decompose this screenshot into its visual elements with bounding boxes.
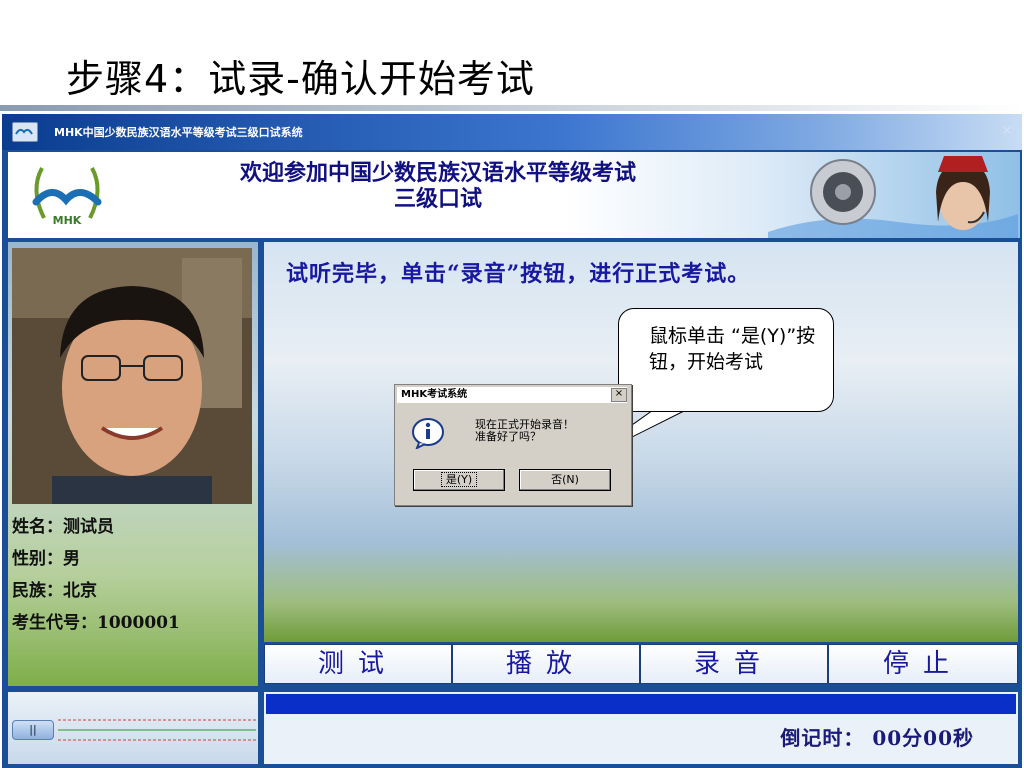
play-button[interactable]: 播放 — [452, 644, 640, 684]
window-title: MHK中国少数民族汉语水平等级考试三级口试系统 — [54, 126, 303, 139]
examinee-ethnicity: 民族：北京 — [12, 581, 97, 601]
status-panel: 倒记时： 00分00秒 — [264, 692, 1018, 764]
examinee-name: 姓名：测试员 — [12, 517, 114, 537]
examinee-panel: 姓名：测试员 性别：男 民族：北京 考生代号：1000001 — [8, 242, 258, 686]
info-icon — [411, 415, 445, 453]
test-button[interactable]: 测试 — [264, 644, 452, 684]
slide-title: 步骤4：试录-确认开始考试 — [66, 57, 535, 101]
pause-button[interactable]: || — [12, 720, 54, 740]
dialog-message: 现在正式开始录音！ 准备好了吗？ — [475, 419, 574, 443]
welcome-banner: MHK 欢迎参加中国少数民族汉语水平等级考试 三级口试 — [8, 152, 1020, 238]
callout-text: 鼠标单击 “是(Y)”按钮，开始考试 — [649, 325, 816, 373]
banner-illustration — [768, 152, 1018, 238]
countdown-timer: 倒记时： 00分00秒 — [780, 726, 974, 750]
logo-text: MHK — [53, 214, 82, 227]
welcome-line-2: 三级口试 — [393, 186, 482, 212]
examinee-id: 考生代号：1000001 — [12, 613, 180, 633]
title-divider — [0, 105, 1024, 111]
no-button[interactable]: 否(N) — [519, 469, 611, 491]
examinee-photo — [12, 248, 252, 504]
confirm-dialog: MHK考试系统 × 现在正式开始录音！ 准备好了吗？ 是(Y) 否(N) — [394, 384, 632, 506]
audio-level-panel: || — [8, 692, 258, 764]
progress-bar — [266, 694, 1016, 714]
mhk-logo: MHK — [22, 160, 112, 234]
examinee-gender: 性别：男 — [12, 549, 80, 569]
window-titlebar[interactable]: MHK中国少数民族汉语水平等级考试三级口试系统 × — [2, 114, 1022, 150]
stop-button[interactable]: 停止 — [828, 644, 1018, 684]
dialog-close-icon[interactable]: × — [611, 388, 627, 402]
dialog-title: MHK考试系统 — [397, 387, 627, 403]
record-button[interactable]: 录音 — [640, 644, 828, 684]
welcome-text: 欢迎参加中国少数民族汉语水平等级考试 三级口试 — [148, 160, 728, 212]
main-panel: 试听完毕，单击“录音”按钮，进行正式考试。 — [264, 242, 1018, 642]
hint-callout: 鼠标单击 “是(Y)”按钮，开始考试 — [618, 308, 834, 412]
app-icon — [12, 122, 38, 142]
toolbar: 测试 播放 录音 停止 — [264, 644, 1018, 684]
dialog-message-line-2: 准备好了吗？ — [475, 430, 541, 443]
yes-button[interactable]: 是(Y) — [413, 469, 505, 491]
welcome-line-1: 欢迎参加中国少数民族汉语水平等级考试 — [239, 160, 636, 186]
window-close-icon[interactable]: × — [1002, 123, 1012, 137]
yes-button-label: 是(Y) — [440, 472, 478, 487]
instruction-text: 试听完毕，单击“录音”按钮，进行正式考试。 — [286, 261, 751, 287]
